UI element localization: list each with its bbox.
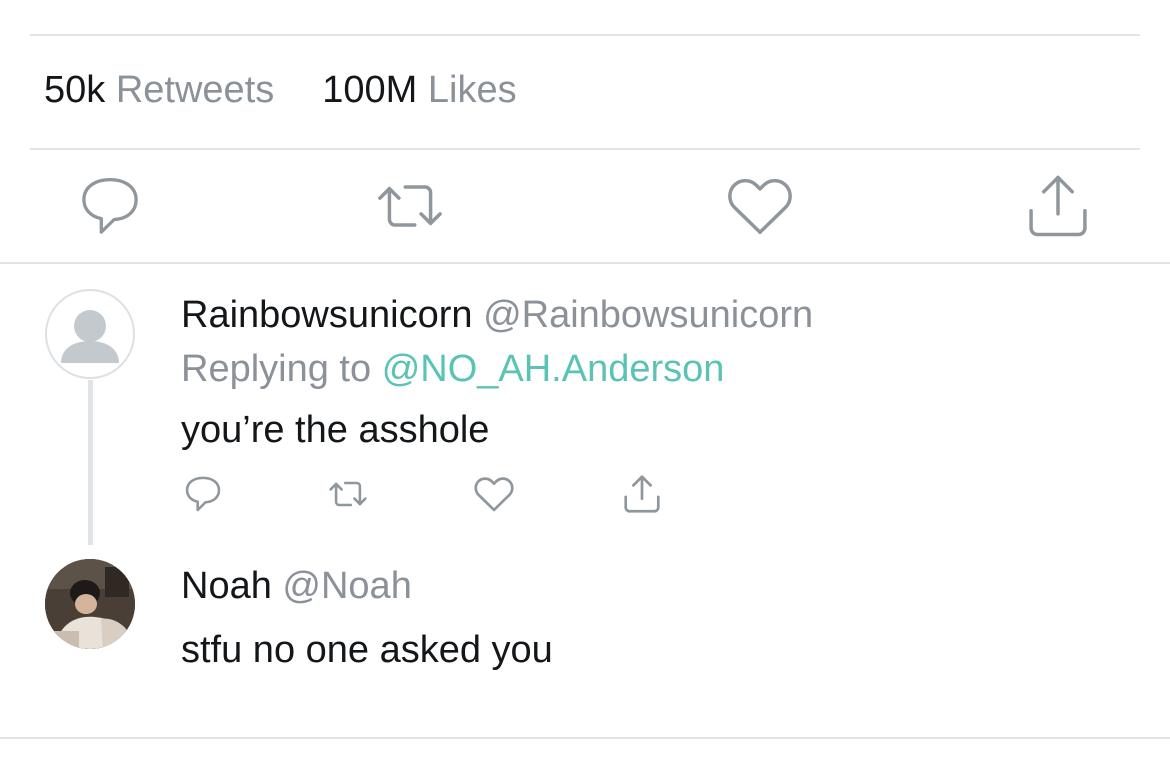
profile-photo — [45, 559, 135, 649]
share-button[interactable] — [1020, 168, 1096, 244]
reply-header: Noah @Noah — [181, 563, 412, 609]
reply-button[interactable] — [72, 168, 148, 244]
user-handle[interactable]: @Noah — [282, 565, 411, 607]
tweet-action-bar — [0, 168, 1170, 244]
retweet-button[interactable] — [372, 168, 448, 244]
avatar-default[interactable] — [45, 289, 135, 379]
default-user-icon — [61, 310, 119, 363]
reply-action-bar — [0, 471, 700, 517]
like-button[interactable] — [722, 168, 798, 244]
divider-top — [30, 34, 1140, 36]
retweets-stat[interactable]: 50k Retweets — [44, 66, 274, 114]
reply-retweet-button[interactable] — [325, 471, 371, 517]
reply-reply-button[interactable] — [180, 471, 226, 517]
retweets-label: Retweets — [115, 69, 275, 111]
likes-count: 100M — [322, 69, 418, 111]
tweet-stats: 50k Retweets 100M Likes — [44, 66, 517, 114]
retweet-icon — [378, 185, 442, 227]
user-handle[interactable]: @Rainbowsunicorn — [483, 294, 813, 336]
share-icon — [624, 475, 660, 513]
reply-like-button[interactable] — [471, 471, 517, 517]
display-name[interactable]: Noah — [181, 565, 272, 607]
likes-label: Likes — [427, 69, 517, 111]
likes-stat[interactable]: 100M Likes — [322, 66, 516, 114]
reply-text: stfu no one asked you — [181, 629, 553, 671]
retweet-icon — [329, 481, 367, 507]
divider-bottom — [0, 737, 1170, 739]
share-icon — [1029, 175, 1087, 237]
display-name[interactable]: Rainbowsunicorn — [181, 294, 473, 336]
divider-stats — [30, 148, 1140, 150]
reply-icon — [82, 177, 138, 234]
avatar-photo[interactable] — [45, 559, 135, 649]
thread-connector — [88, 380, 93, 545]
replying-to-line: Replying to @NO_AH.Anderson — [181, 346, 724, 392]
reply-icon — [185, 476, 221, 512]
heart-icon — [728, 178, 792, 235]
heart-icon — [474, 477, 514, 512]
reply-header: Rainbowsunicorn @Rainbowsunicorn — [181, 292, 813, 338]
reply-text: you’re the asshole — [181, 409, 490, 451]
mention-link[interactable]: @NO_AH.Anderson — [382, 348, 725, 390]
retweets-count: 50k — [44, 69, 106, 111]
reply-share-button[interactable] — [619, 471, 665, 517]
replying-to-label: Replying to — [181, 348, 372, 390]
divider-actions — [0, 262, 1170, 264]
